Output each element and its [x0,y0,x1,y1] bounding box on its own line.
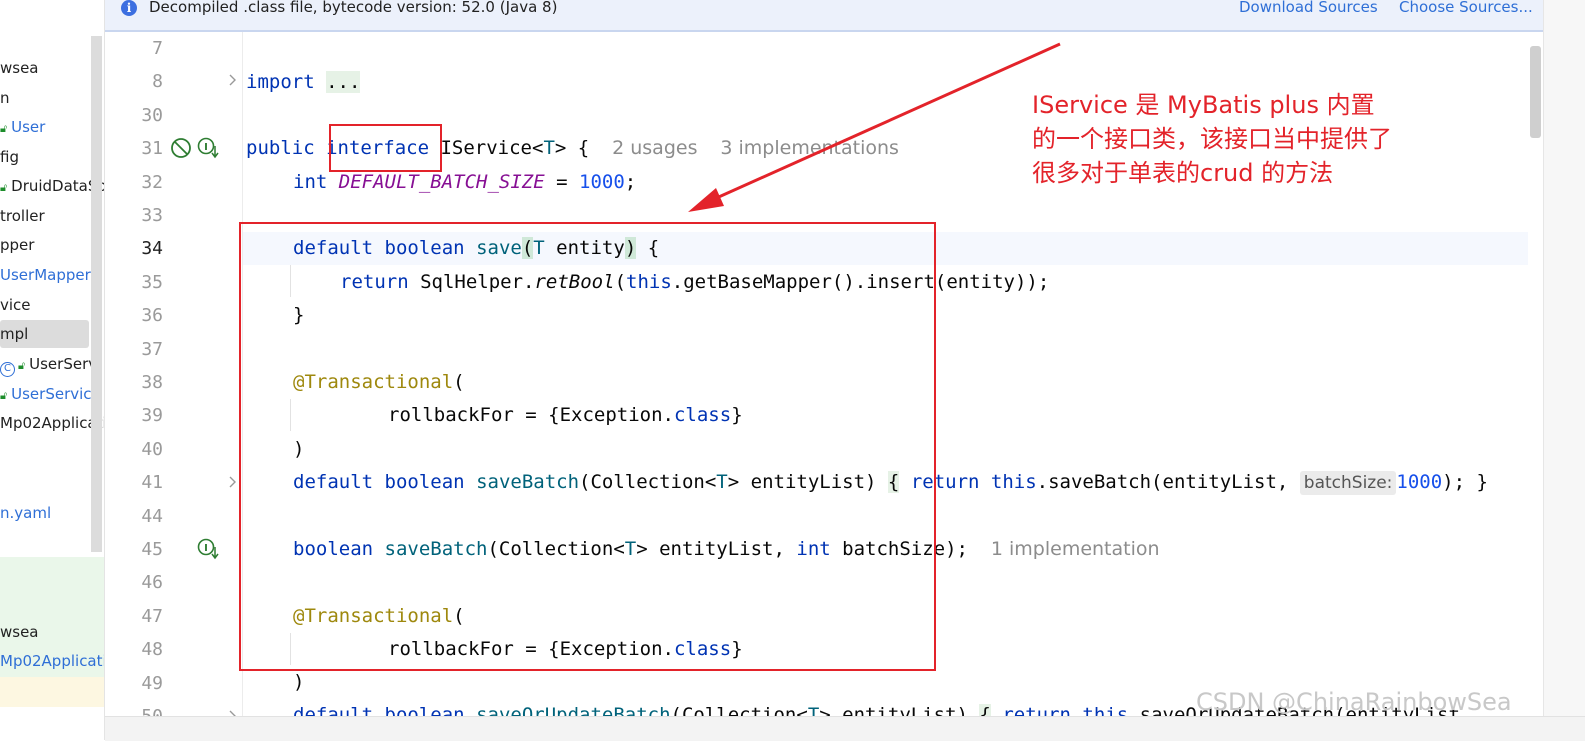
highlight-box-methods [239,222,936,671]
line-number: 37 [141,338,163,360]
download-sources-link[interactable]: Download Sources [1239,0,1378,16]
fold-chevron-icon[interactable] [227,474,239,490]
sidebar-item-label: troller [0,207,45,225]
sidebar-item-label: Mp02Applicatio [0,652,104,670]
folded-imports[interactable]: ... [326,71,361,93]
sidebar-scrollbar[interactable] [91,36,102,552]
annotation-note: IService 是 MyBatis plus 内置 的一个接口类，该接口当中提… [1032,88,1452,190]
line-number: 48 [141,639,163,661]
sidebar-item-label: n [0,89,10,107]
annotation-note-line: 很多对于单表的crud 的方法 [1032,159,1334,187]
line-number: 49 [141,672,163,694]
banner-message: Decompiled .class file, bytecode version… [149,0,558,16]
sidebar-item-user-mapper[interactable]: UserMapper [0,261,104,289]
line-number: 40 [141,438,163,460]
sidebar-item[interactable]: troller [0,202,104,230]
implementation-hint[interactable]: 1 implementation [991,538,1160,560]
line-number: 30 [141,104,163,126]
right-tool-strip [1543,0,1585,740]
line-number: 38 [141,372,163,393]
sidebar-item-label: wsea [0,59,39,77]
svg-text:I: I [204,543,208,554]
sidebar-item-label: User [11,118,46,136]
highlight-box-interface [329,124,442,172]
sidebar-item-label: UserServ [29,355,98,373]
code-line-8: import ... [246,71,361,93]
line-number: 33 [141,205,163,226]
line-number-gutter: 7830313233343536373839404144454647484950… [105,32,243,727]
project-sidebar: wsea n 🔓︎ User fig 🔓︎ DruidDataSo troller … [0,0,105,740]
sidebar-item[interactable]: n [0,84,104,112]
sidebar-item-application-run[interactable]: Mp02Applicatio [0,647,104,675]
access-icon: 🔓︎ [0,181,8,194]
sidebar-item-label: wsea [0,623,39,641]
sidebar-item-user-service[interactable]: 🔓︎ UserService [0,380,104,408]
sidebar-item[interactable]: wsea [0,618,104,646]
implemented-icon[interactable]: I [197,136,221,160]
choose-sources-link[interactable]: Choose Sources... [1399,0,1533,16]
usages-hint[interactable]: 2 usages [612,137,697,159]
implementations-hint[interactable]: 3 implementations [720,137,899,159]
line-number: 7 [152,38,163,59]
sidebar-item-label: n.yaml [0,504,52,522]
no-entry-icon[interactable] [171,136,193,160]
sidebar-item[interactable]: pper [0,231,104,259]
line-number: 34 [141,238,163,260]
sidebar-item-label: UserService [11,385,101,403]
sidebar-yellow-section [0,677,104,707]
sidebar-item-label: Mp02Applicatio [0,414,104,432]
line-number: 47 [141,605,163,627]
annotation-note-line: IService 是 MyBatis plus 内置 [1032,91,1375,119]
line-number: 44 [141,505,163,527]
info-icon: i [121,0,137,16]
sidebar-item[interactable]: wsea [0,54,104,82]
sidebar-item-label: mpl [0,325,29,343]
sidebar-item-impl[interactable]: mpl [0,320,104,348]
sidebar-item-label: pper [0,236,35,254]
access-icon: 🔓︎ [18,359,26,372]
decompiled-banner: i Decompiled .class file, bytecode versi… [105,0,1585,32]
class-icon: C [0,361,15,377]
sidebar-item[interactable]: vice [0,291,104,319]
svg-text:I: I [204,142,208,153]
line-number: 8 [152,71,163,93]
sidebar-item-druid-datasource[interactable]: 🔓︎ DruidDataSo [0,172,104,200]
sidebar-item-user[interactable]: 🔓︎ User [0,113,104,141]
watermark: CSDN @ChinaRainbowSea [1196,688,1512,716]
editor-scrollbar[interactable] [1530,46,1541,138]
implemented-icon[interactable]: I [197,537,221,561]
line-number: 45 [141,539,163,560]
sidebar-item-application[interactable]: Mp02Applicatio [0,409,104,437]
parameter-hint: batchSize: [1299,471,1397,495]
line-number: 39 [141,405,163,427]
line-number: 32 [141,171,163,193]
sidebar-item-label: UserMapper [0,266,91,284]
annotation-note-line: 的一个接口类，该接口当中提供了 [1032,125,1392,153]
sidebar-item-label: vice [0,296,31,314]
line-number: 35 [141,271,163,293]
sidebar-item-label: fig [0,148,19,166]
sidebar-item-yaml[interactable]: n.yaml [0,499,104,527]
folded-body[interactable]: { [979,704,991,716]
access-icon: 🔓︎ [0,122,8,135]
status-bar [105,716,1585,741]
line-number: 41 [141,472,163,494]
access-icon: 🔓︎ [0,389,8,402]
sidebar-item-user-service-impl[interactable]: C 🔓︎ UserServ [0,350,104,378]
line-number: 31 [141,138,163,160]
fold-chevron-icon[interactable] [227,72,239,88]
line-number: 36 [141,305,163,327]
line-number: 46 [141,572,163,594]
sidebar-item[interactable]: fig [0,143,104,171]
